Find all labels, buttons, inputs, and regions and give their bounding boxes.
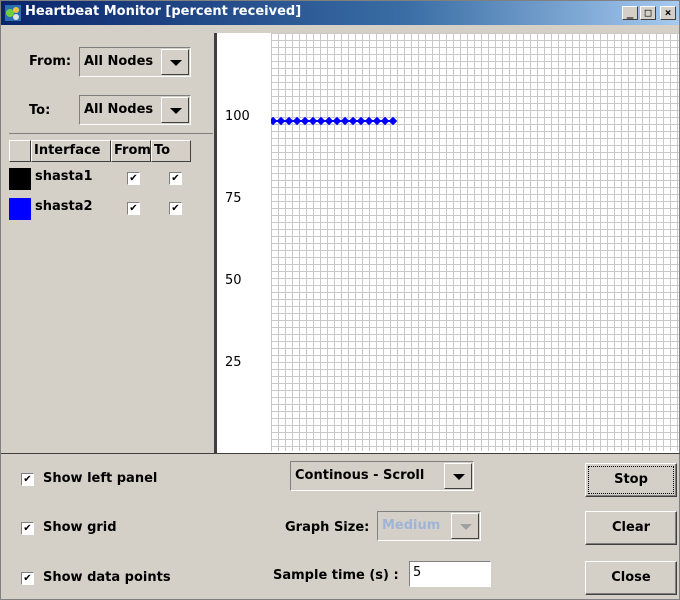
y-tick-label: 50 [225, 273, 242, 288]
mode-select[interactable]: Continous - Scroll [290, 461, 474, 491]
y-tick-label: 75 [225, 191, 242, 206]
show-data-points-label[interactable]: Show data points [43, 570, 171, 585]
data-point [284, 116, 294, 126]
maximize-button[interactable]: □ [640, 6, 656, 20]
show-data-points-checkbox[interactable]: ✔ [21, 572, 34, 585]
chevron-down-icon[interactable] [161, 97, 189, 123]
from-checkbox[interactable]: ✔ [127, 172, 140, 185]
data-point [372, 116, 382, 126]
from-select-value: All Nodes [81, 49, 160, 75]
color-swatch [9, 168, 31, 190]
data-point [348, 116, 358, 126]
sample-time-label: Sample time (s) : [273, 568, 399, 583]
app-icon [5, 5, 21, 21]
heartbeat-monitor-window: Heartbeat Monitor [percent received] _ □… [0, 0, 680, 600]
data-point [340, 116, 350, 126]
data-point [292, 116, 302, 126]
chevron-down-icon [451, 513, 479, 539]
color-swatch [9, 198, 31, 220]
show-grid-label[interactable]: Show grid [43, 520, 117, 535]
show-grid-checkbox[interactable]: ✔ [21, 522, 34, 535]
close-button[interactable]: Close [585, 561, 677, 595]
clear-button[interactable]: Clear [585, 511, 677, 545]
interface-name: shasta1 [35, 169, 93, 184]
window-title: Heartbeat Monitor [percent received] [25, 4, 302, 19]
close-window-button[interactable]: × [660, 6, 676, 20]
to-checkbox[interactable]: ✔ [169, 202, 182, 215]
data-point [316, 116, 326, 126]
from-label: From: [29, 54, 72, 69]
to-select[interactable]: All Nodes [79, 95, 191, 125]
sample-time-input[interactable]: 5 [409, 561, 491, 587]
chevron-down-icon[interactable] [444, 463, 472, 489]
show-left-panel-checkbox[interactable]: ✔ [21, 473, 34, 486]
data-point [388, 116, 398, 126]
plot-svg [271, 116, 398, 126]
show-left-panel-label[interactable]: Show left panel [43, 471, 157, 486]
table-row[interactable]: shasta1 ✔ ✔ [9, 166, 213, 190]
minimize-button[interactable]: _ [622, 6, 638, 20]
mode-select-value: Continous - Scroll [292, 463, 443, 489]
data-point [308, 116, 318, 126]
y-tick-label: 100 [225, 109, 250, 124]
interface-name: shasta2 [35, 199, 93, 214]
chevron-down-icon[interactable] [161, 49, 189, 75]
from-checkbox[interactable]: ✔ [127, 202, 140, 215]
table-header-to[interactable]: To [151, 140, 191, 162]
table-header-interface[interactable]: Interface [31, 140, 111, 162]
stop-button[interactable]: Stop [585, 463, 677, 497]
data-point [276, 116, 286, 126]
table-header-color[interactable] [9, 140, 31, 162]
graph-grid [271, 33, 679, 451]
from-select[interactable]: All Nodes [79, 47, 191, 77]
to-select-value: All Nodes [81, 97, 160, 123]
data-point [332, 116, 342, 126]
graph-area: 100 75 50 25 [217, 33, 679, 453]
table-header-from[interactable]: From [111, 140, 151, 162]
data-point [356, 116, 366, 126]
bottom-separator [1, 453, 680, 454]
interface-table: Interface From To shasta1 ✔ ✔ shasta2 ✔ … [9, 133, 213, 452]
y-tick-label: 25 [225, 355, 242, 370]
to-label: To: [29, 103, 51, 118]
data-point [380, 116, 390, 126]
graph-size-value: Medium [379, 513, 450, 539]
title-bar[interactable]: Heartbeat Monitor [percent received] _ □… [1, 1, 679, 25]
to-checkbox[interactable]: ✔ [169, 172, 182, 185]
table-row[interactable]: shasta2 ✔ ✔ [9, 196, 213, 220]
graph-size-label: Graph Size: [285, 520, 370, 535]
data-point [271, 116, 278, 126]
data-point [364, 116, 374, 126]
data-point [300, 116, 310, 126]
data-point [324, 116, 334, 126]
graph-size-select: Medium [377, 511, 481, 541]
